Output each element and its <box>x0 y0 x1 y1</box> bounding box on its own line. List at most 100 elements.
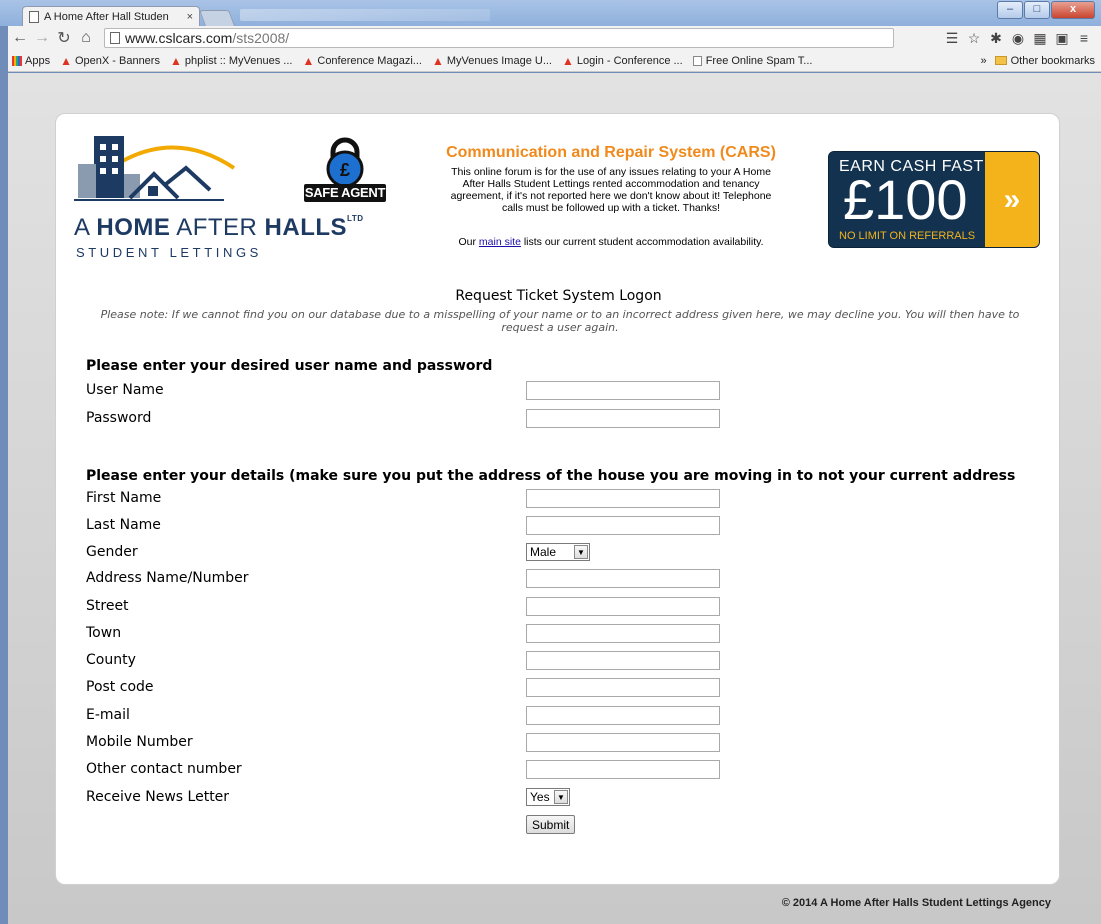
newsletter-label: Receive News Letter <box>86 789 230 805</box>
reload-icon[interactable]: ↻ <box>54 28 74 48</box>
newsletter-select[interactable]: Yes ▼ <box>526 788 570 806</box>
bookmark-login-conference[interactable]: ▲ Login - Conference ... <box>562 54 683 68</box>
bookmark-openx[interactable]: ▲ OpenX - Banners <box>60 54 160 68</box>
extension-window-icon[interactable]: ▣ <box>1051 30 1073 47</box>
email-input[interactable] <box>526 706 720 725</box>
safe-agent-badge: £ SAFE AGENT <box>304 136 386 208</box>
mark-icon: ▲ <box>431 53 444 68</box>
bookmarks-overflow-icon[interactable]: » <box>981 55 987 67</box>
house-skyline-icon <box>74 136 236 201</box>
postcode-input[interactable] <box>526 678 720 697</box>
password-label: Password <box>86 410 152 426</box>
url-path: /sts2008/ <box>232 30 290 46</box>
content-card: A HOME AFTER HALLSLTD STUDENT LETTINGS £… <box>55 113 1060 885</box>
referral-promo-banner[interactable]: EARN CASH FAST £100 NO LIMIT ON REFERRAL… <box>828 151 1040 248</box>
bookmark-spam-test[interactable]: Free Online Spam T... <box>692 55 812 67</box>
chevron-down-icon: ▼ <box>574 545 588 559</box>
close-button[interactable]: x <box>1051 1 1095 19</box>
street-input[interactable] <box>526 597 720 616</box>
bookmarks-bar: Apps ▲ OpenX - Banners ▲ phplist :: MyVenu… <box>8 50 1101 72</box>
background-tabs <box>240 9 490 21</box>
translate-icon[interactable]: ☰ <box>941 30 963 47</box>
apps-grid-icon <box>12 55 22 66</box>
county-label: County <box>86 652 136 668</box>
last-name-input[interactable] <box>526 516 720 535</box>
browser-tab[interactable]: A Home After Hall Studen × <box>22 6 200 26</box>
window-titlebar: A Home After Hall Studen × – □ x <box>0 0 1101 26</box>
county-input[interactable] <box>526 651 720 670</box>
other-bookmarks[interactable]: Other bookmarks <box>1011 55 1095 67</box>
submit-button[interactable]: Submit <box>526 815 576 834</box>
chevron-down-icon: ▼ <box>554 790 568 804</box>
address-number-label: Address Name/Number <box>86 570 249 586</box>
address-bar[interactable]: www.cslcars.com/sts2008/ <box>104 28 894 48</box>
last-name-label: Last Name <box>86 517 161 533</box>
page-viewport: A HOME AFTER HALLSLTD STUDENT LETTINGS £… <box>8 73 1101 924</box>
promo-amount: £100 <box>843 168 968 231</box>
newsletter-selected-value: Yes <box>530 790 550 804</box>
extension-new-icon[interactable]: ▦ <box>1029 30 1051 47</box>
mark-icon: ▲ <box>169 53 182 68</box>
browser-toolbar: ← → ↻ ⌂ www.cslcars.com/sts2008/ ☰ ☆ ✱ ◉… <box>8 26 1101 50</box>
logon-note: Please note: If we cannot find you on ou… <box>100 308 1020 334</box>
mobile-number-label: Mobile Number <box>86 734 193 750</box>
address-number-input[interactable] <box>526 569 720 588</box>
logo-brand-text: A HOME AFTER HALLSLTD <box>74 214 364 241</box>
chevron-right-icon: » <box>985 152 1039 247</box>
page-icon <box>29 10 39 23</box>
cars-intro: Communication and Repair System (CARS) T… <box>416 144 806 248</box>
page-icon <box>110 32 120 44</box>
cars-description: This online forum is for the use of any … <box>450 166 772 214</box>
email-label: E-mail <box>86 707 130 723</box>
back-arrow-icon[interactable]: ← <box>10 29 30 47</box>
street-label: Street <box>86 598 129 614</box>
bookmark-conference-magazine[interactable]: ▲ Conference Magazi... <box>302 54 421 68</box>
mark-icon: ▲ <box>562 53 574 68</box>
tab-close-icon[interactable]: × <box>187 11 193 23</box>
town-input[interactable] <box>526 624 720 643</box>
company-logo[interactable]: A HOME AFTER HALLSLTD STUDENT LETTINGS <box>74 128 363 268</box>
mark-icon: ▲ <box>60 53 72 68</box>
mark-icon: ▲ <box>302 53 315 68</box>
logo-subtitle: STUDENT LETTINGS <box>76 245 262 260</box>
main-site-link[interactable]: main site <box>479 236 521 248</box>
maximize-button[interactable]: □ <box>1024 1 1050 19</box>
mobile-number-input[interactable] <box>526 733 720 752</box>
bookmark-myvenues-image[interactable]: ▲ MyVenues Image U... <box>432 54 552 68</box>
postcode-label: Post code <box>86 679 154 695</box>
other-contact-label: Other contact number <box>86 761 242 777</box>
tab-title: A Home After Hall Studen <box>44 10 169 23</box>
new-tab-button[interactable] <box>199 10 235 26</box>
username-input[interactable] <box>526 381 720 400</box>
main-site-note: Our main site lists our current student … <box>458 236 764 248</box>
first-name-label: First Name <box>86 490 162 506</box>
gender-label: Gender <box>86 544 138 560</box>
bookmark-phplist[interactable]: ▲ phplist :: MyVenues ... <box>170 54 293 68</box>
bookmark-apps[interactable]: Apps <box>12 55 50 67</box>
forward-arrow-icon[interactable]: → <box>32 29 52 47</box>
menu-icon[interactable]: ≡ <box>1073 30 1095 46</box>
town-label: Town <box>86 625 122 641</box>
padlock-icon: £ <box>326 137 364 188</box>
credentials-heading: Please enter your desired user name and … <box>86 358 493 374</box>
username-label: User Name <box>86 382 164 398</box>
page-icon <box>692 55 702 66</box>
home-icon[interactable]: ⌂ <box>76 29 96 47</box>
url-host: www.cslcars.com <box>125 30 233 46</box>
gender-select[interactable]: Male ▼ <box>526 543 590 561</box>
extension-circle-icon[interactable]: ◉ <box>1007 30 1029 47</box>
details-heading: Please enter your details (make sure you… <box>86 468 1016 484</box>
safe-agent-label: SAFE AGENT <box>304 184 386 202</box>
extension-bug-icon[interactable]: ✱ <box>985 30 1007 47</box>
promo-subline: NO LIMIT ON REFERRALS <box>839 230 976 242</box>
other-contact-input[interactable] <box>526 760 720 779</box>
page-title: Request Ticket System Logon <box>455 288 662 304</box>
padlock-pound-symbol: £ <box>340 160 350 180</box>
minimize-button[interactable]: – <box>997 1 1023 19</box>
first-name-input[interactable] <box>526 489 720 508</box>
cars-title: Communication and Repair System (CARS) <box>446 144 776 161</box>
password-input[interactable] <box>526 409 720 428</box>
gender-selected-value: Male <box>530 545 557 559</box>
star-icon[interactable]: ☆ <box>963 30 985 47</box>
footer-copyright: © 2014 A Home After Halls Student Lettin… <box>781 897 1051 909</box>
